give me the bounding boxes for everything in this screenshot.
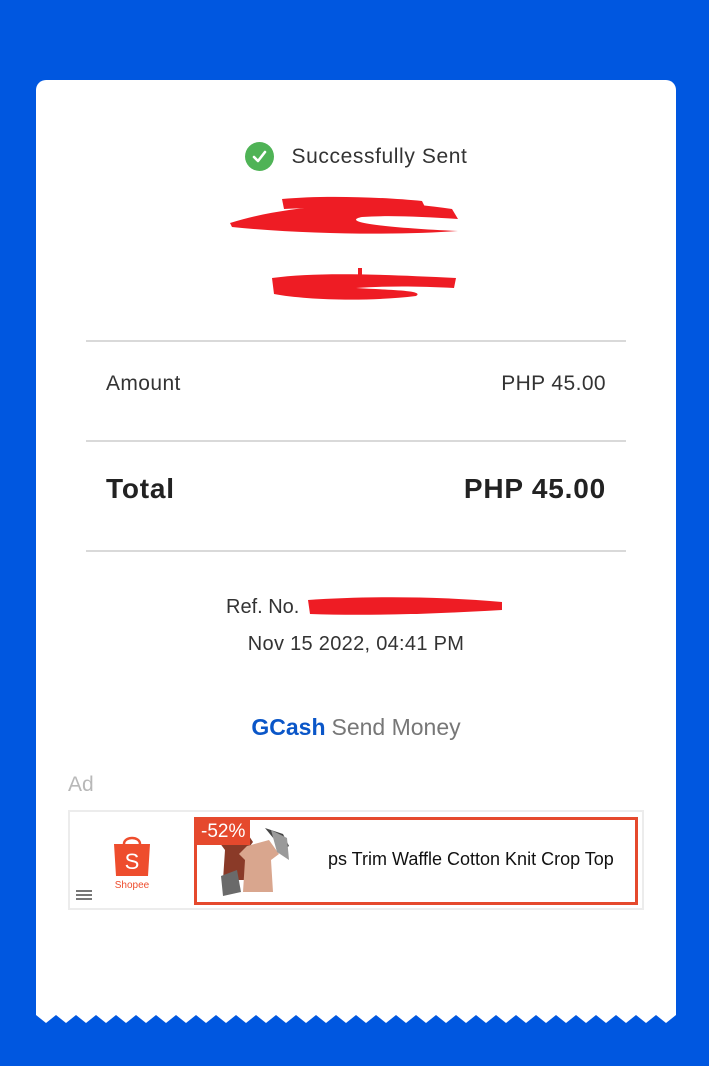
total-value: PHP 45.00 [463,473,606,504]
receipt-card: Successfully Sent Amount PHP 45.00 Total… [36,80,676,1015]
shopee-logo[interactable]: S Shopee [108,832,156,892]
service-branding: GCash Send Money [36,714,676,741]
ad-banner[interactable]: S Shopee -52% ps Trim Waffle Cotton Knit… [68,810,644,910]
total-row: Total PHP 45.00 [106,473,606,505]
shopee-wordmark: Shopee [115,880,150,891]
transaction-date: Nov 15 2022, 04:41 PM [247,633,465,655]
ad-menu-icon[interactable] [76,890,92,902]
status-text: Successfully Sent [291,144,468,168]
ad-label: Ad [68,773,94,796]
recipient-name-redacted [230,196,458,234]
divider-bottom [86,550,626,552]
reference-label: Ref. No. [226,596,300,618]
product-card[interactable]: -52% ps Trim Waffle Cotton Knit Crop Top [194,817,638,905]
receipt-torn-edge [36,1005,676,1023]
reference-number: Ref. No. [226,596,299,619]
gcash-brand: GCash [251,714,326,740]
total-label: Total [106,473,175,504]
check-circle-icon [244,142,274,171]
amount-label: Amount [106,372,181,395]
svg-text:S: S [125,849,140,874]
product-name[interactable]: ps Trim Waffle Cotton Knit Crop Top [328,849,630,870]
divider-top [86,340,626,342]
amount-value: PHP 45.00 [501,372,606,395]
service-name: Send Money [331,714,461,740]
reference-number-redacted [308,597,502,615]
amount-row: Amount PHP 45.00 [106,372,606,396]
success-status: Successfully Sent [36,142,676,171]
discount-badge: -52% [197,820,251,845]
recipient-number-redacted [272,268,456,300]
divider-middle [86,440,626,442]
